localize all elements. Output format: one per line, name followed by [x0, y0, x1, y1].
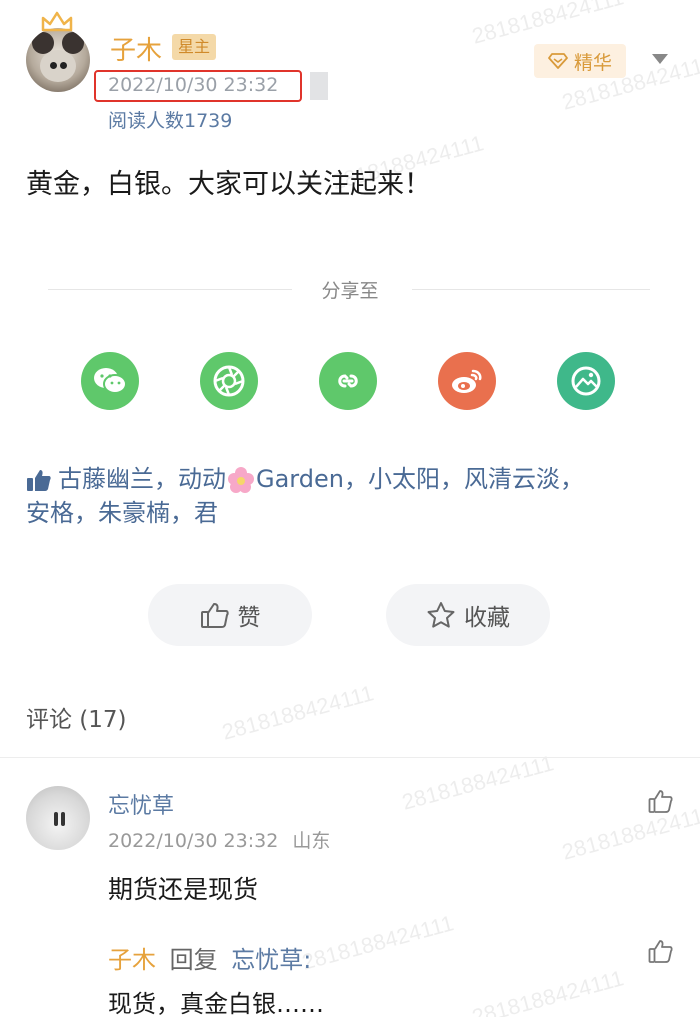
featured-badge: 精华: [534, 44, 626, 78]
reply-target[interactable]: 忘忧草:: [231, 946, 311, 974]
liked-by-names[interactable]: Garden，小太阳，风清云淡，: [256, 465, 584, 493]
flower-emoji-icon: [228, 467, 254, 493]
read-count: 阅读人数1739: [108, 110, 233, 132]
wechat-icon[interactable]: [81, 352, 139, 410]
post-detail-page: 2818188424111 2818188424111 281818842411…: [0, 0, 700, 1017]
share-title: 分享至: [321, 280, 379, 302]
liked-by-names[interactable]: 安格，朱豪楠，君: [26, 499, 218, 527]
author-name[interactable]: 子木: [110, 30, 162, 67]
moments-icon[interactable]: [200, 352, 258, 410]
commenter-avatar[interactable]: [26, 786, 90, 850]
reply-like-icon[interactable]: [648, 938, 674, 964]
comment-meta: 2022/10/30 23:32 山东: [108, 826, 330, 853]
watermark: 2818188424111: [399, 750, 557, 815]
album-icon[interactable]: [557, 352, 615, 410]
liked-by-names[interactable]: 古藤幽兰，动动: [58, 465, 226, 493]
redacted-block: [310, 72, 328, 100]
thumbs-up-icon: [27, 470, 51, 491]
liked-by-list: 古藤幽兰，动动 Garden，小太阳，风清云淡， 安格，朱豪楠，君: [26, 462, 676, 530]
star-icon: [427, 602, 455, 628]
diamond-icon: [548, 53, 568, 69]
comment-location: 山东: [292, 830, 331, 852]
more-dropdown-icon[interactable]: [652, 54, 668, 64]
comment-text: 期货还是现货: [108, 875, 259, 904]
watermark: 2818188424111: [299, 910, 457, 975]
comment-time: 2022/10/30 23:32: [108, 830, 279, 852]
watermark: 2818188424111: [469, 965, 627, 1017]
post-content: 黄金，白银。大家可以关注起来！: [26, 169, 431, 200]
comments-header: 评论 (17): [26, 707, 127, 733]
crown-icon: [41, 11, 73, 32]
favorite-button[interactable]: 收藏: [386, 584, 550, 646]
watermark: 2818188424111: [469, 0, 627, 49]
featured-label: 精华: [573, 51, 612, 74]
watermark: 2818188424111: [219, 680, 377, 745]
comment-reply: 子木 回复 忘忧草:: [108, 940, 311, 975]
thumbs-up-outline-icon: [200, 603, 229, 628]
comment-like-icon[interactable]: [648, 788, 674, 814]
reply-verb: 回复: [169, 946, 218, 974]
highlight-box: [94, 70, 302, 102]
like-button[interactable]: 赞: [148, 584, 312, 646]
reply-text: 现货，真金白银……: [108, 990, 324, 1017]
favorite-label: 收藏: [464, 605, 510, 631]
watermark: 2818188424111: [559, 800, 700, 865]
divider: [0, 757, 700, 758]
like-label: 赞: [237, 605, 261, 631]
weibo-icon[interactable]: [438, 352, 496, 410]
mini-program-icon[interactable]: [319, 352, 377, 410]
role-badge: 星主: [172, 34, 217, 60]
reply-author[interactable]: 子木: [108, 946, 156, 974]
commenter-name[interactable]: 忘忧草: [108, 788, 174, 820]
author-avatar[interactable]: [26, 28, 90, 92]
